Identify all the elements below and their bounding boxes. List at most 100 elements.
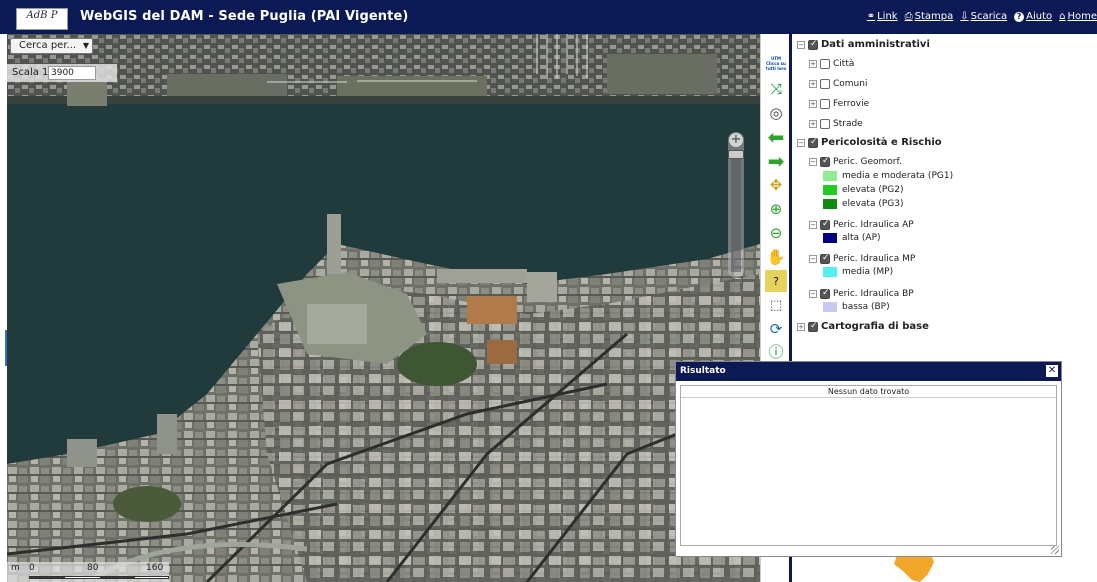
app-title: WebGIS del DAM - Sede Puglia (PAI Vigent… [80,9,409,24]
layer-label: Peric. Idraulica AP [833,220,914,230]
layer-checkbox[interactable] [820,288,830,299]
layer-label: Ferrovie [833,99,870,109]
zoom-slider[interactable]: + [728,132,744,278]
pan-center-icon[interactable]: ✥ [765,174,787,196]
search-by-select[interactable]: Cerca per... ▼ [10,38,93,54]
tree-group-cartografia-di-base[interactable]: + Cartografia di base [797,321,929,332]
legend-label: media e moderata (PG1) [842,171,954,181]
help-icon: ? [1014,11,1025,22]
aerial-imagery [7,34,760,582]
legend-item: media (MP) [823,267,893,277]
collapse-icon[interactable]: − [809,290,817,298]
collapse-icon[interactable]: − [809,255,817,263]
print-icon: ⎙ [904,11,913,22]
collapse-icon[interactable]: − [809,158,817,166]
legend-swatch [823,302,837,312]
tree-item-peric-idraulica-bp[interactable]: − Peric. Idraulica BP [809,288,914,299]
legend-label: media (MP) [842,267,894,277]
pan-hand-icon[interactable]: ✋ [765,246,787,268]
tree-item-peric-geomorf[interactable]: − Peric. Geomorf. [809,156,902,167]
adbp-logo[interactable]: AdB P [16,8,68,30]
help-button[interactable]: ? Aiuto [1014,11,1052,22]
layer-label: Strade [833,119,863,129]
group-label: Pericolosità e Rischio [821,137,942,148]
legend-swatch [823,185,837,195]
help-label: Aiuto [1026,11,1053,22]
link-icon: ⚭ [866,11,876,22]
zoom-extent-icon[interactable]: ◎ [765,102,787,124]
close-icon[interactable]: ✕ [1046,365,1058,377]
coordinates-tool-icon[interactable]: ⤨ [765,78,787,100]
group-checkbox[interactable] [808,321,818,332]
layer-label: Peric. Geomorf. [833,157,902,167]
zoom-track[interactable] [731,152,741,272]
layer-checkbox[interactable] [820,219,830,230]
layer-checkbox[interactable] [820,156,830,167]
layer-checkbox[interactable] [820,79,830,89]
link-button[interactable]: ⚭ Link [867,11,898,22]
tree-item-comuni[interactable]: + Comuni [809,79,867,89]
tree-item-ferrovie[interactable]: + Ferrovie [809,99,869,109]
tree-item-peric-idraulica-ap[interactable]: − Peric. Idraulica AP [809,219,914,230]
zoom-out-icon[interactable]: ⊖ [765,222,787,244]
utm-button[interactable]: UTM Clicca su tutti loro [764,56,788,71]
zoom-handle[interactable] [728,150,744,159]
tree-group-dati-amministrativi[interactable]: − Dati amministrativi [797,39,930,50]
group-checkbox[interactable] [808,39,818,50]
download-icon: ⇩ [960,11,969,22]
dialog-header[interactable]: Risultato ✕ [676,362,1061,381]
collapse-icon[interactable]: − [809,221,817,229]
resize-grip-icon[interactable] [1051,546,1059,554]
layer-checkbox[interactable] [820,99,830,109]
identify-tool-icon[interactable]: ? [765,270,787,292]
expand-icon[interactable]: + [809,100,817,108]
expand-icon[interactable]: + [809,60,817,68]
home-label: Home [1067,11,1097,22]
tree-item-peric-idraulica-mp[interactable]: − Peric. Idraulica MP [809,253,916,264]
scale-tick-80: 80 [87,563,99,573]
forward-arrow-icon[interactable]: ➡ [765,149,787,173]
map-view[interactable]: Cerca per... ▼ Scala 1: 3900 + m 0 80 160 [7,34,760,582]
expand-icon[interactable]: + [809,80,817,88]
layer-checkbox[interactable] [820,253,830,264]
layer-checkbox[interactable] [820,119,830,129]
link-label: Link [877,11,898,22]
zoom-in-icon[interactable]: ⊕ [765,198,787,220]
chevron-down-icon: ▼ [82,41,89,50]
back-arrow-icon[interactable]: ⬅ [765,125,787,149]
download-button[interactable]: ⇩ Scarica [960,11,1007,22]
layer-label: Peric. Idraulica MP [833,254,916,264]
legend-label: elevata (PG2) [842,185,904,195]
app-header: AdB P WebGIS del DAM - Sede Puglia (PAI … [0,0,1097,34]
legend-label: bassa (BP) [842,302,890,312]
select-area-icon[interactable]: ⬚ [765,294,787,316]
print-button[interactable]: ⎙ Stampa [905,11,954,22]
tree-group-pericolosita-rischio[interactable]: − Pericolosità e Rischio [797,137,942,148]
expand-icon[interactable]: + [797,322,805,331]
scale-control: Scala 1: 3900 [7,64,117,82]
tree-item-strade[interactable]: + Strade [809,119,863,129]
legend-item: alta (AP) [823,233,881,243]
info-icon[interactable]: ⓘ [765,340,787,362]
scale-tick-0: 0 [29,563,35,573]
collapse-icon[interactable]: − [797,40,805,49]
layer-label: Peric. Idraulica BP [833,289,914,299]
result-dialog[interactable]: Risultato ✕ Nessun dato trovato [675,361,1062,557]
print-label: Stampa [914,11,954,22]
legend-label: alta (AP) [842,233,881,243]
layer-label: Città [833,59,855,69]
legend-label: elevata (PG3) [842,199,904,209]
group-checkbox[interactable] [808,137,818,148]
tree-item-citta[interactable]: + Città [809,59,854,69]
home-button[interactable]: ⌂ Home [1059,11,1097,22]
scale-unit: m [11,563,20,573]
legend-swatch [823,267,837,277]
collapse-icon[interactable]: − [797,138,805,147]
scale-input[interactable]: 3900 [48,66,96,80]
zoom-in-button[interactable]: + [728,132,744,148]
expand-icon[interactable]: + [809,120,817,128]
refresh-icon[interactable]: ⟳ [765,318,787,340]
top-links: ⚭ Link ⎙ Stampa ⇩ Scarica ? Aiuto ⌂ Home [867,11,1097,22]
layer-checkbox[interactable] [820,59,830,69]
legend-swatch [823,171,837,181]
